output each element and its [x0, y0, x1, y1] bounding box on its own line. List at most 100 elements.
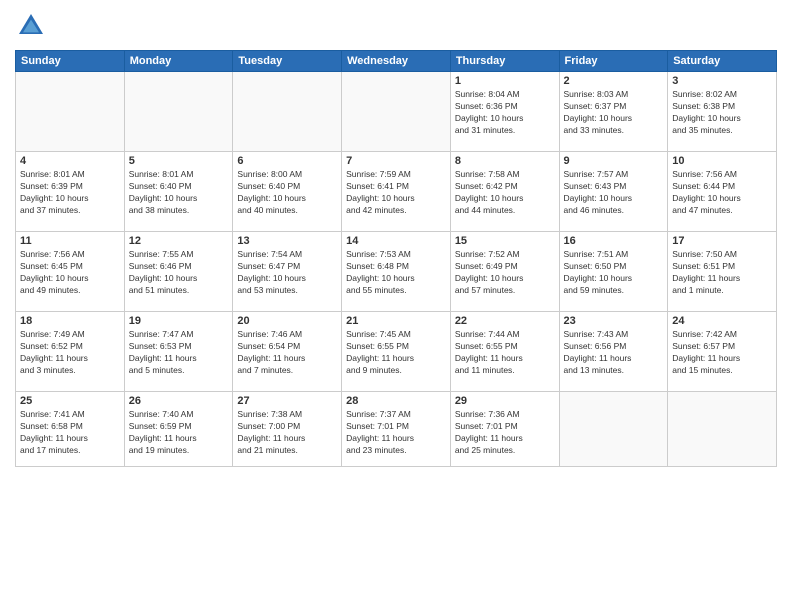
calendar-cell [124, 72, 233, 152]
day-number: 12 [129, 235, 229, 247]
day-info: Sunrise: 7:38 AM Sunset: 7:00 PM Dayligh… [237, 409, 337, 457]
calendar-cell: 17Sunrise: 7:50 AM Sunset: 6:51 PM Dayli… [668, 232, 777, 312]
calendar-cell [233, 72, 342, 152]
logo [15, 10, 51, 42]
calendar-cell: 23 Sunrise: 7:43 AM Sunset: 6:56 PM Dayli… [559, 312, 668, 392]
calendar-cell: 21Sunrise: 7:45 AM Sunset: 6:55 PM Dayli… [342, 312, 451, 392]
day-number: 4 [20, 155, 120, 167]
calendar-cell: 25 Sunrise: 7:41 AM Sunset: 6:58 PM Dayli… [16, 392, 125, 467]
day-info: Sunrise: 7:37 AM Sunset: 7:01 PM Dayligh… [346, 409, 446, 457]
day-number: 27 [237, 395, 337, 407]
calendar-cell: 1 Sunrise: 8:04 AM Sunset: 6:36 PM Daylig… [450, 72, 559, 152]
calendar-cell: 6 Sunrise: 8:00 AM Sunset: 6:40 PM Daylig… [233, 152, 342, 232]
day-info: Sunrise: 7:42 AM Sunset: 6:57 PM Dayligh… [672, 329, 772, 377]
day-info: Sunrise: 7:40 AM Sunset: 6:59 PM Dayligh… [129, 409, 229, 457]
calendar-cell: 18 Sunrise: 7:49 AM Sunset: 6:52 PM Dayli… [16, 312, 125, 392]
calendar-cell: 3 Sunrise: 8:02 AM Sunset: 6:38 PM Daylig… [668, 72, 777, 152]
day-header-tuesday: Tuesday [233, 51, 342, 72]
header-row: SundayMondayTuesdayWednesdayThursdayFrid… [16, 51, 777, 72]
day-number: 20 [237, 315, 337, 327]
calendar-cell: 13 Sunrise: 7:54 AM Sunset: 6:47 PM Dayli… [233, 232, 342, 312]
day-number: 25 [20, 395, 120, 407]
calendar-cell: 28 Sunrise: 7:37 AM Sunset: 7:01 PM Dayli… [342, 392, 451, 467]
calendar-cell: 29 Sunrise: 7:36 AM Sunset: 7:01 PM Dayli… [450, 392, 559, 467]
day-number: 1 [455, 75, 555, 87]
calendar-cell: 22 Sunrise: 7:44 AM Sunset: 6:55 PM Dayli… [450, 312, 559, 392]
calendar-cell: 19Sunrise: 7:47 AM Sunset: 6:53 PM Dayli… [124, 312, 233, 392]
day-header-friday: Friday [559, 51, 668, 72]
day-number: 2 [564, 75, 664, 87]
day-info: Sunrise: 7:59 AM Sunset: 6:41 PM Dayligh… [346, 169, 446, 217]
calendar-cell: 26 Sunrise: 7:40 AM Sunset: 6:59 PM Dayli… [124, 392, 233, 467]
calendar-cell: 16 Sunrise: 7:51 AM Sunset: 6:50 PM Dayli… [559, 232, 668, 312]
day-info: Sunrise: 8:00 AM Sunset: 6:40 PM Dayligh… [237, 169, 337, 217]
day-number: 11 [20, 235, 120, 247]
week-row-2: 4Sunrise: 8:01 AM Sunset: 6:39 PM Daylig… [16, 152, 777, 232]
day-header-sunday: Sunday [16, 51, 125, 72]
calendar-cell: 14Sunrise: 7:53 AM Sunset: 6:48 PM Dayli… [342, 232, 451, 312]
day-number: 26 [129, 395, 229, 407]
day-number: 3 [672, 75, 772, 87]
day-info: Sunrise: 7:53 AM Sunset: 6:48 PM Dayligh… [346, 249, 446, 297]
calendar-cell: 4Sunrise: 8:01 AM Sunset: 6:39 PM Daylig… [16, 152, 125, 232]
day-header-saturday: Saturday [668, 51, 777, 72]
day-info: Sunrise: 7:41 AM Sunset: 6:58 PM Dayligh… [20, 409, 120, 457]
day-number: 28 [346, 395, 446, 407]
calendar-cell: 10 Sunrise: 7:56 AM Sunset: 6:44 PM Dayli… [668, 152, 777, 232]
day-info: Sunrise: 7:54 AM Sunset: 6:47 PM Dayligh… [237, 249, 337, 297]
day-info: Sunrise: 7:50 AM Sunset: 6:51 PM Dayligh… [672, 249, 772, 297]
day-info: Sunrise: 7:58 AM Sunset: 6:42 PM Dayligh… [455, 169, 555, 217]
day-info: Sunrise: 7:56 AM Sunset: 6:45 PM Dayligh… [20, 249, 120, 297]
day-header-monday: Monday [124, 51, 233, 72]
calendar: SundayMondayTuesdayWednesdayThursdayFrid… [15, 50, 777, 467]
day-info: Sunrise: 7:46 AM Sunset: 6:54 PM Dayligh… [237, 329, 337, 377]
day-number: 7 [346, 155, 446, 167]
calendar-cell: 27 Sunrise: 7:38 AM Sunset: 7:00 PM Dayli… [233, 392, 342, 467]
calendar-cell: 9 Sunrise: 7:57 AM Sunset: 6:43 PM Daylig… [559, 152, 668, 232]
week-row-3: 11 Sunrise: 7:56 AM Sunset: 6:45 PM Dayli… [16, 232, 777, 312]
calendar-cell [16, 72, 125, 152]
day-number: 5 [129, 155, 229, 167]
day-number: 16 [564, 235, 664, 247]
calendar-cell [559, 392, 668, 467]
day-number: 24 [672, 315, 772, 327]
day-info: Sunrise: 7:56 AM Sunset: 6:44 PM Dayligh… [672, 169, 772, 217]
day-info: Sunrise: 7:49 AM Sunset: 6:52 PM Dayligh… [20, 329, 120, 377]
day-number: 19 [129, 315, 229, 327]
day-number: 23 [564, 315, 664, 327]
day-number: 13 [237, 235, 337, 247]
day-info: Sunrise: 7:57 AM Sunset: 6:43 PM Dayligh… [564, 169, 664, 217]
calendar-cell: 5 Sunrise: 8:01 AM Sunset: 6:40 PM Daylig… [124, 152, 233, 232]
day-info: Sunrise: 8:03 AM Sunset: 6:37 PM Dayligh… [564, 89, 664, 137]
calendar-cell: 20 Sunrise: 7:46 AM Sunset: 6:54 PM Dayli… [233, 312, 342, 392]
week-row-1: 1 Sunrise: 8:04 AM Sunset: 6:36 PM Daylig… [16, 72, 777, 152]
header [15, 10, 777, 42]
day-info: Sunrise: 8:02 AM Sunset: 6:38 PM Dayligh… [672, 89, 772, 137]
day-info: Sunrise: 7:43 AM Sunset: 6:56 PM Dayligh… [564, 329, 664, 377]
calendar-cell: 12Sunrise: 7:55 AM Sunset: 6:46 PM Dayli… [124, 232, 233, 312]
calendar-cell: 15 Sunrise: 7:52 AM Sunset: 6:49 PM Dayli… [450, 232, 559, 312]
calendar-cell: 24 Sunrise: 7:42 AM Sunset: 6:57 PM Dayli… [668, 312, 777, 392]
day-number: 10 [672, 155, 772, 167]
day-header-thursday: Thursday [450, 51, 559, 72]
day-info: Sunrise: 7:52 AM Sunset: 6:49 PM Dayligh… [455, 249, 555, 297]
calendar-cell: 8 Sunrise: 7:58 AM Sunset: 6:42 PM Daylig… [450, 152, 559, 232]
calendar-cell: 11 Sunrise: 7:56 AM Sunset: 6:45 PM Dayli… [16, 232, 125, 312]
day-info: Sunrise: 7:36 AM Sunset: 7:01 PM Dayligh… [455, 409, 555, 457]
day-number: 6 [237, 155, 337, 167]
day-info: Sunrise: 8:04 AM Sunset: 6:36 PM Dayligh… [455, 89, 555, 137]
day-number: 15 [455, 235, 555, 247]
day-info: Sunrise: 7:44 AM Sunset: 6:55 PM Dayligh… [455, 329, 555, 377]
day-number: 22 [455, 315, 555, 327]
day-info: Sunrise: 7:45 AM Sunset: 6:55 PM Dayligh… [346, 329, 446, 377]
day-info: Sunrise: 7:51 AM Sunset: 6:50 PM Dayligh… [564, 249, 664, 297]
week-row-4: 18 Sunrise: 7:49 AM Sunset: 6:52 PM Dayli… [16, 312, 777, 392]
day-number: 18 [20, 315, 120, 327]
day-number: 8 [455, 155, 555, 167]
week-row-5: 25 Sunrise: 7:41 AM Sunset: 6:58 PM Dayli… [16, 392, 777, 467]
calendar-cell [342, 72, 451, 152]
day-number: 9 [564, 155, 664, 167]
day-info: Sunrise: 8:01 AM Sunset: 6:40 PM Dayligh… [129, 169, 229, 217]
day-number: 29 [455, 395, 555, 407]
calendar-cell [668, 392, 777, 467]
